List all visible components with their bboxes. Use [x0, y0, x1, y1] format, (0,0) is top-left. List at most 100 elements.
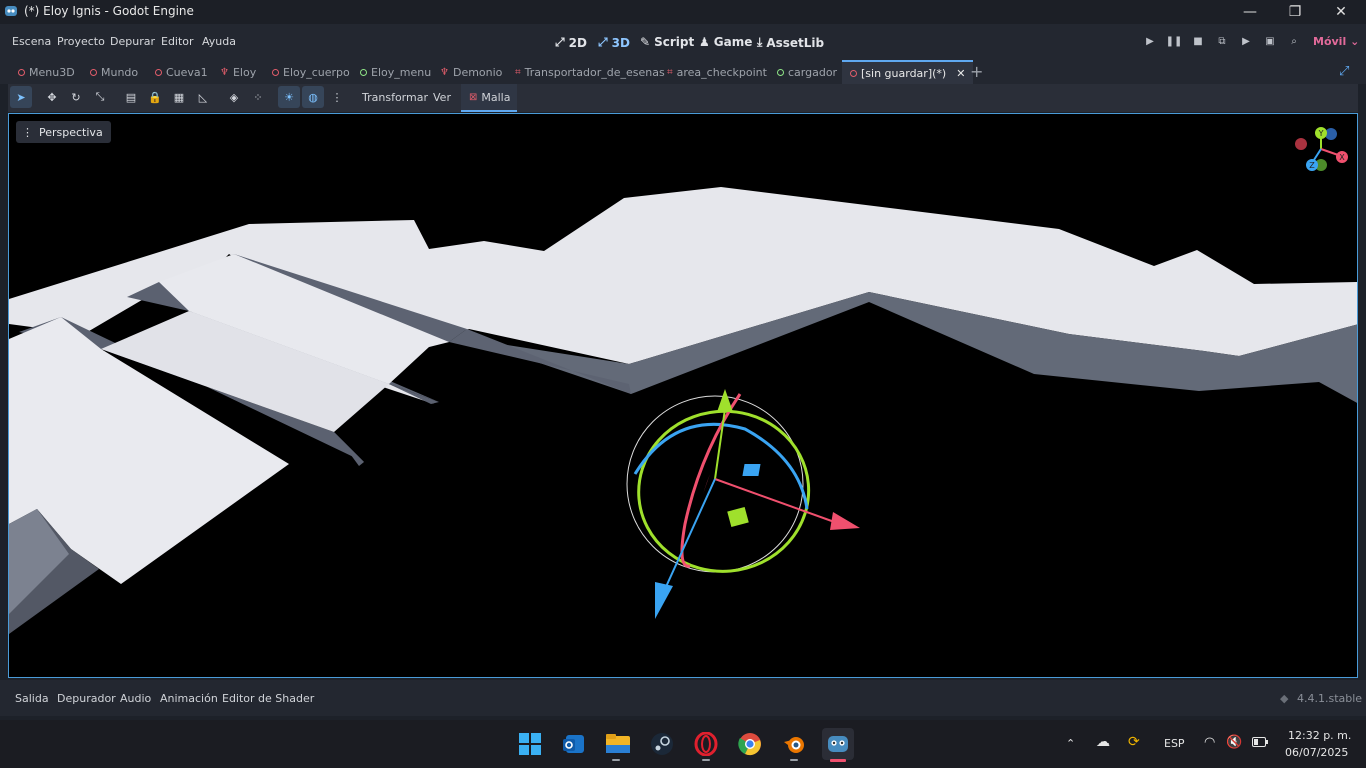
- tab-animacion[interactable]: Animación: [160, 692, 218, 705]
- tab-area-checkpoint[interactable]: ⌗ area_checkpoint: [667, 60, 767, 84]
- perspective-menu-button[interactable]: ⋮ Perspectiva: [16, 121, 111, 143]
- sync-icon[interactable]: ⟳: [1128, 734, 1140, 750]
- more-options-icon[interactable]: ⋮: [326, 86, 348, 108]
- menu-escena[interactable]: Escena: [12, 35, 51, 48]
- workspace-3d-button[interactable]: ⤢ 3D: [598, 35, 630, 50]
- workspace-2d-button[interactable]: ⤢ 2D: [555, 35, 587, 50]
- renderer-selector[interactable]: Móvil ⌄: [1313, 35, 1359, 48]
- tab-label: Mundo: [101, 65, 139, 79]
- maximize-button[interactable]: ❐: [1272, 0, 1318, 24]
- preview-sun-icon[interactable]: ☀: [278, 86, 300, 108]
- play-project-icon[interactable]: ▶: [1139, 36, 1161, 50]
- tab-label: Eloy_cuerpo: [283, 65, 350, 79]
- movie-maker-icon[interactable]: ⌕: [1283, 36, 1305, 50]
- tab-label: cargador: [788, 65, 838, 79]
- tab-cueva1[interactable]: Cueva1: [155, 60, 208, 84]
- file-explorer-icon[interactable]: [602, 728, 634, 760]
- 3d-icon: ⤢: [598, 35, 608, 49]
- menu-editor[interactable]: Editor: [161, 35, 194, 48]
- preview-environment-icon[interactable]: ◍: [302, 86, 324, 108]
- window-title: (*) Eloy Ignis - Godot Engine: [24, 4, 194, 18]
- stop-icon[interactable]: ■: [1187, 36, 1209, 50]
- control-node-icon: [777, 68, 784, 76]
- area-node-icon: ⌗: [667, 66, 673, 78]
- mesh-icon: ⊠: [469, 92, 478, 103]
- os-taskbar: [0, 720, 1366, 768]
- rotate-tool-icon[interactable]: ↻: [65, 86, 87, 108]
- show-hidden-icons-icon[interactable]: ⌃: [1066, 737, 1075, 750]
- tab-eloy-menu[interactable]: Eloy_menu: [360, 60, 431, 84]
- blender-icon[interactable]: [778, 728, 810, 760]
- minimize-button[interactable]: —: [1227, 0, 1273, 24]
- distraction-free-icon[interactable]: ⤢: [1339, 64, 1349, 79]
- lock-icon[interactable]: 🔒: [144, 86, 166, 108]
- tab-mundo[interactable]: Mundo: [90, 60, 138, 84]
- tab-sin-guardar[interactable]: [sin guardar](*) ✕: [842, 60, 974, 84]
- gizmo-x-label: X: [1339, 153, 1345, 162]
- opera-icon[interactable]: [690, 728, 722, 760]
- tab-label: Transportador_de_esenas: [524, 65, 665, 79]
- close-tab-icon[interactable]: ✕: [956, 67, 965, 80]
- wifi-icon[interactable]: ◠: [1204, 735, 1215, 750]
- play-custom-scene-icon[interactable]: ▣: [1259, 36, 1281, 50]
- tab-audio[interactable]: Audio: [120, 692, 151, 705]
- 2d-icon: ⤢: [555, 35, 565, 49]
- menu-proyecto[interactable]: Proyecto: [57, 35, 105, 48]
- tab-cargador[interactable]: cargador: [777, 60, 837, 84]
- onedrive-cloud-icon[interactable]: ☁: [1096, 734, 1110, 750]
- pause-icon[interactable]: ❚❚: [1163, 36, 1185, 50]
- volume-muted-icon[interactable]: 🔇: [1226, 735, 1242, 750]
- tab-depurador[interactable]: Depurador: [57, 692, 116, 705]
- ruler-icon[interactable]: ◺: [192, 86, 214, 108]
- malla-label: Malla: [481, 91, 511, 104]
- running-indicator: [612, 759, 620, 761]
- workspace-game-button[interactable]: ♟ Game: [699, 35, 752, 49]
- character-body-icon: ♆: [220, 66, 229, 78]
- transform-gizmo: [626, 389, 860, 619]
- chrome-icon[interactable]: [734, 728, 766, 760]
- local-space-icon[interactable]: ◈: [223, 86, 245, 108]
- list-select-icon[interactable]: ▤: [120, 86, 142, 108]
- clock-time[interactable]: 12:32 p. m.: [1288, 729, 1351, 742]
- godot-logo-icon: [5, 6, 17, 16]
- tab-eloy-cuerpo[interactable]: Eloy_cuerpo: [272, 60, 350, 84]
- battery-icon[interactable]: [1252, 737, 1268, 750]
- snap-icon[interactable]: ⁘: [247, 86, 269, 108]
- move-tool-icon[interactable]: ✥: [41, 86, 63, 108]
- 3d-viewport[interactable]: Y X Z: [8, 113, 1358, 678]
- add-tab-icon[interactable]: +: [970, 62, 983, 81]
- scene-node-icon: [850, 69, 857, 77]
- outlook-icon[interactable]: [558, 728, 590, 760]
- ver-menu[interactable]: Ver: [433, 91, 451, 104]
- play-scene-icon[interactable]: ▶: [1235, 36, 1257, 50]
- menu-depurar[interactable]: Depurar: [110, 35, 155, 48]
- transformar-menu[interactable]: Transformar: [362, 91, 428, 104]
- tab-eloy[interactable]: ♆ Eloy: [220, 60, 256, 84]
- tab-demonio[interactable]: ♆ Demonio: [440, 60, 502, 84]
- language-indicator[interactable]: ESP: [1164, 737, 1185, 750]
- tab-editor-de-shader[interactable]: Editor de Shader: [222, 692, 314, 705]
- workspace-2d-label: 2D: [568, 35, 587, 50]
- select-tool-icon[interactable]: ➤: [10, 86, 32, 108]
- remote-debug-icon[interactable]: ⧉: [1211, 36, 1233, 50]
- tab-transportador[interactable]: ⌗ Transportador_de_esenas: [515, 60, 665, 84]
- close-window-button[interactable]: ✕: [1318, 0, 1364, 24]
- workspace-assetlib-button[interactable]: ⤓ AssetLib: [757, 35, 824, 50]
- group-icon[interactable]: ▦: [168, 86, 190, 108]
- start-menu-icon[interactable]: [514, 728, 546, 760]
- godot-taskbar-icon[interactable]: [822, 728, 854, 760]
- clock-date[interactable]: 06/07/2025: [1285, 746, 1348, 759]
- tab-label: Demonio: [452, 65, 503, 79]
- menu-ayuda[interactable]: Ayuda: [202, 35, 236, 48]
- scale-tool-icon[interactable]: ⤡: [89, 86, 111, 108]
- perspective-label: Perspectiva: [39, 125, 103, 139]
- workspace-script-button[interactable]: ✎ Script: [640, 35, 694, 49]
- tab-label: area_checkpoint: [676, 65, 767, 79]
- tab-salida[interactable]: Salida: [15, 692, 49, 705]
- chevron-down-icon: ⌄: [1350, 35, 1360, 48]
- steam-icon[interactable]: [646, 728, 678, 760]
- malla-menu[interactable]: ⊠ Malla: [469, 91, 510, 104]
- workspace-assetlib-label: AssetLib: [766, 35, 825, 50]
- scene-node-icon: [90, 68, 97, 76]
- tab-menu3d[interactable]: Menu3D: [18, 60, 75, 84]
